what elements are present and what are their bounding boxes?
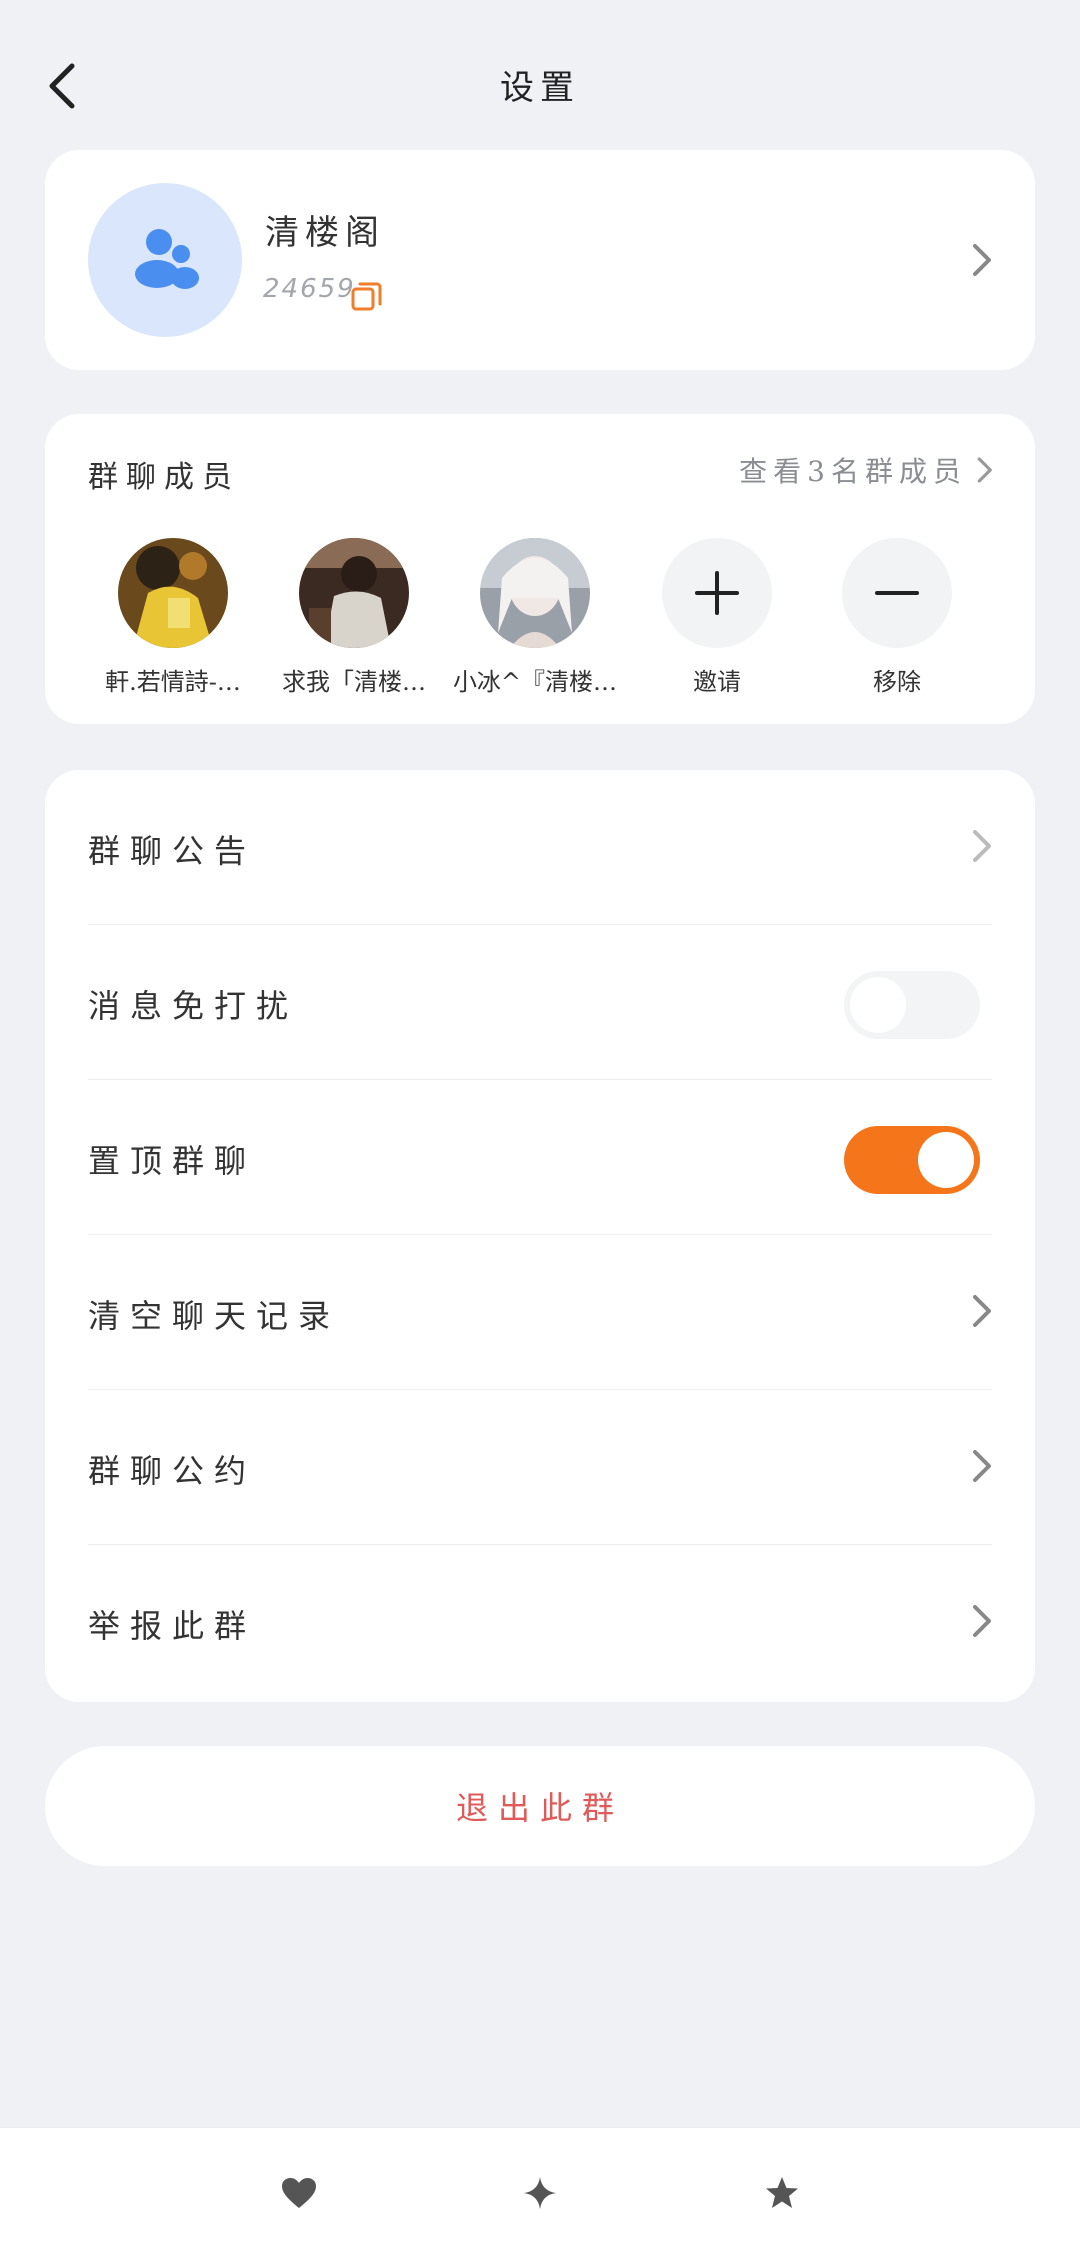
exit-group-button[interactable]: 退出此群 [45,1746,1035,1866]
members-card: 群聊成员 查看3名群成员 軒.若情詩-… 求我「清楼… 小冰^『清楼… 邀请 移… [45,414,1035,724]
mute-notifications-toggle[interactable] [844,971,980,1039]
member-list: 軒.若情詩-… 求我「清楼… 小冰^『清楼… 邀请 移除 [45,538,1035,708]
setting-label: 群聊公约 [88,1452,257,1490]
setting-label: 举报此群 [88,1607,257,1645]
group-id: 24659 [263,274,356,304]
report-group-row[interactable]: 举报此群 [88,1545,1035,1700]
chevron-right-icon [973,1450,991,1482]
toggle-knob [850,977,906,1033]
view-all-members-label: 查看3名群成员 [739,455,967,488]
heart-icon [282,2178,316,2208]
setting-label: 清空聊天记录 [88,1297,341,1335]
settings-list-card: 群聊公告 消息免打扰 置顶群聊 清空聊天记录 群聊公约 举报此群 [45,770,1035,1702]
remove-circle [842,538,952,648]
group-announcement-row[interactable]: 群聊公告 [88,770,1035,925]
page-title: 设置 [500,68,580,108]
settings-page: 设置 清楼阁 24659 群聊成员 查看3名群成员 軒.若情詩-… 求我「清楼…… [0,0,1080,2258]
member-item[interactable]: 軒.若情詩-… [88,538,258,697]
remove-member-button[interactable]: 移除 [812,538,982,697]
members-title: 群聊成员 [88,460,240,495]
pin-chat-toggle[interactable] [844,1126,980,1194]
minus-icon [875,591,919,595]
invite-circle [662,538,772,648]
avatar [480,538,590,648]
copy-icon[interactable] [349,278,385,314]
member-name: 軒.若情詩-… [105,668,241,696]
clear-chat-history-row[interactable]: 清空聊天记录 [88,1235,1035,1390]
member-name: 小冰^『清楼… [452,668,618,696]
setting-label: 置顶群聊 [88,1142,257,1180]
member-item[interactable]: 小冰^『清楼… [450,538,620,697]
avatar [118,538,228,648]
toggle-knob [918,1132,974,1188]
setting-label: 消息免打扰 [88,987,299,1025]
group-rules-row[interactable]: 群聊公约 [88,1390,1035,1545]
invite-label: 邀请 [693,668,741,696]
remove-label: 移除 [873,668,921,696]
setting-label: 群聊公告 [88,832,257,870]
bottom-nav [0,2127,1080,2258]
chevron-right-icon [973,244,991,276]
avatar [299,538,409,648]
member-name: 求我「清楼… [282,668,426,696]
nav-star-button[interactable] [757,2168,807,2218]
nav-heart-button[interactable] [274,2168,324,2218]
pin-chat-row: 置顶群聊 [88,1080,1035,1235]
group-name: 清楼阁 [265,213,385,253]
invite-member-button[interactable]: 邀请 [632,538,802,697]
exit-group-label: 退出此群 [455,1789,624,1827]
chevron-right-icon [973,1295,991,1327]
top-bar: 设置 [0,40,1080,130]
group-people-icon [135,229,199,289]
chevron-right-icon [973,1605,991,1637]
chevron-right-icon [977,457,992,483]
chevron-right-icon [973,830,991,862]
mute-notifications-row: 消息免打扰 [88,925,1035,1080]
group-info-card[interactable]: 清楼阁 24659 [45,150,1035,370]
sparkle-icon [524,2177,556,2209]
nav-sparkle-button[interactable] [515,2168,565,2218]
plus-icon [695,571,739,615]
group-avatar [88,183,242,337]
member-item[interactable]: 求我「清楼… [269,538,439,697]
star-icon [766,2177,798,2208]
view-all-members-link[interactable]: 查看3名群成员 [739,450,995,490]
